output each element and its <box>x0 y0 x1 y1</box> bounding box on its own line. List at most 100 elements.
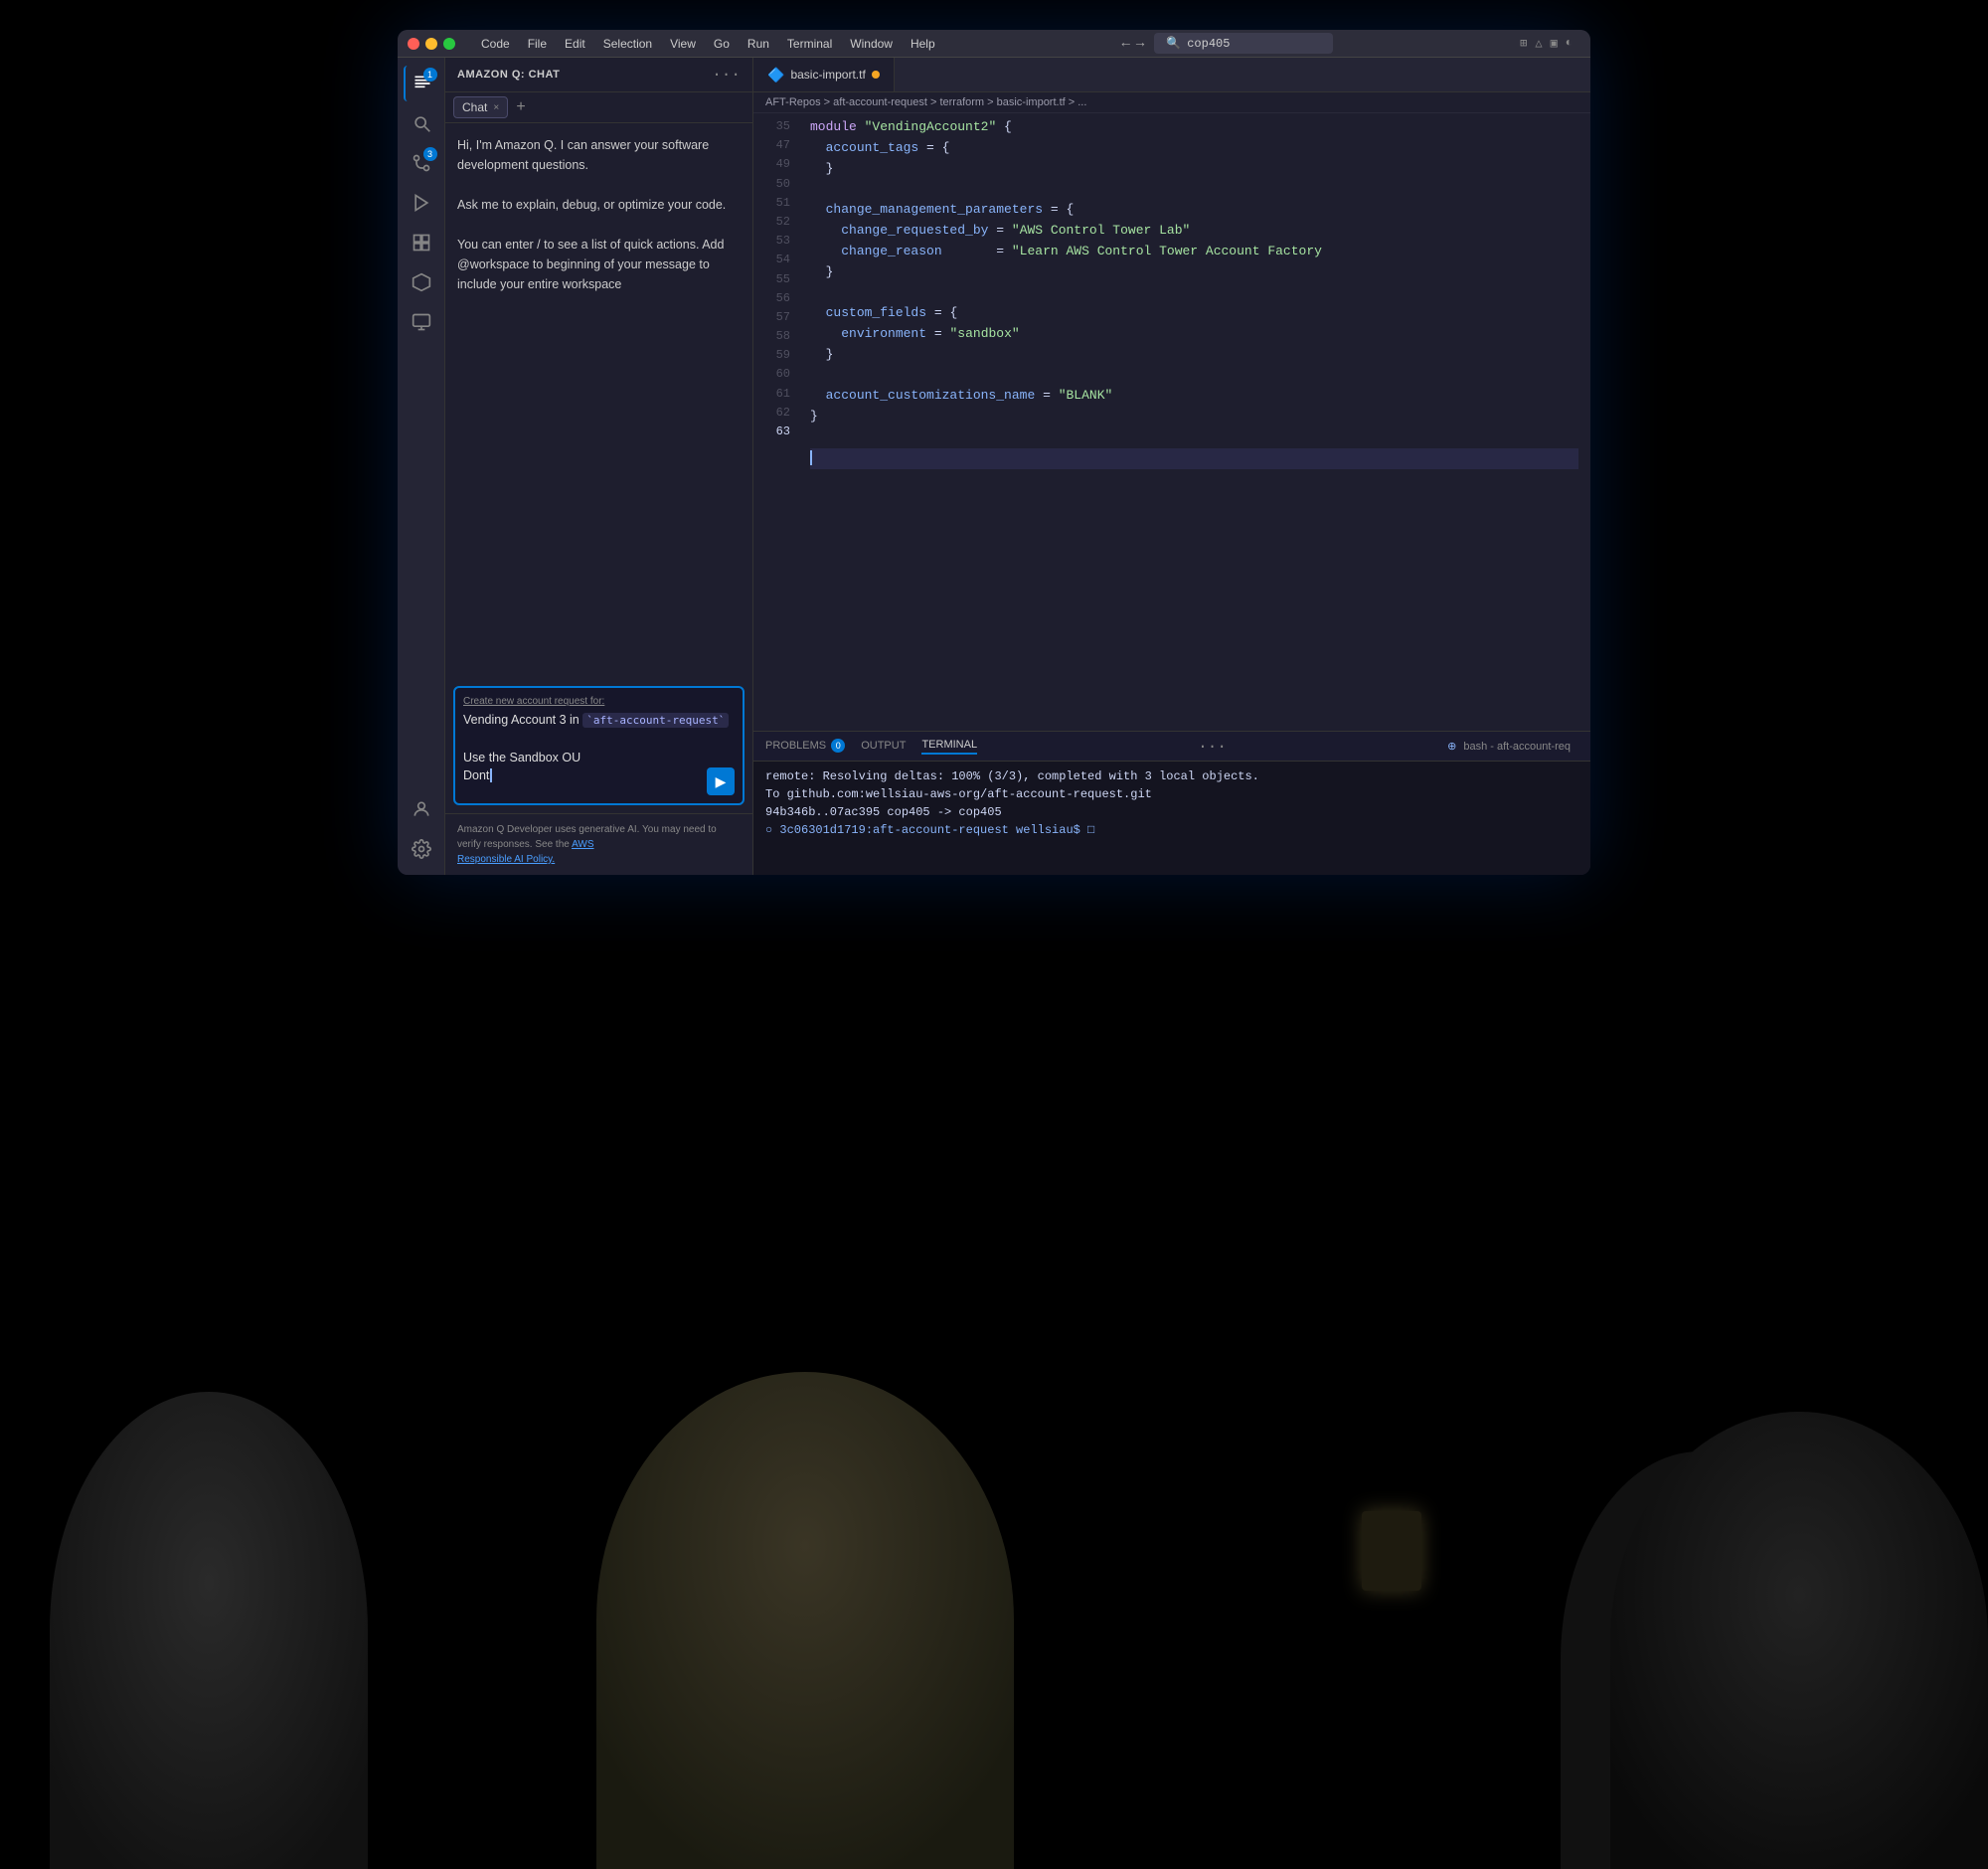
editor-tab-label: basic-import.tf <box>790 68 865 82</box>
ln-57: 57 <box>761 308 790 327</box>
chat-input-main2: Use the Sandbox OU <box>463 751 580 765</box>
menu-terminal[interactable]: Terminal <box>787 37 832 51</box>
terminal-line-1: remote: Resolving deltas: 100% (3/3), co… <box>765 767 1578 785</box>
menu-edit[interactable]: Edit <box>565 37 585 51</box>
terminal-line-4: ○ 3c06301d1719:aft-account-request wells… <box>765 821 1578 839</box>
menu-file[interactable]: File <box>528 37 547 51</box>
ln-51: 51 <box>761 194 790 213</box>
code-line-55 <box>810 282 1578 303</box>
editor-area: 🔷 basic-import.tf AFT-Repos > aft-accoun… <box>753 58 1590 875</box>
editor-tab-bar: 🔷 basic-import.tf <box>753 58 1590 92</box>
titlebar: Code File Edit Selection View Go Run Ter… <box>398 30 1590 58</box>
minimize-dot[interactable] <box>425 38 437 50</box>
menu-help[interactable]: Help <box>911 37 935 51</box>
aws-link[interactable]: AWS <box>572 839 593 850</box>
tab-terminal[interactable]: TERMINAL <box>921 739 977 755</box>
terminal-content: remote: Resolving deltas: 100% (3/3), co… <box>753 762 1590 875</box>
chat-tab[interactable]: Chat × <box>453 96 508 118</box>
chat-input-area[interactable]: Create new account request for: Vending … <box>453 686 745 805</box>
search-icon: 🔍 <box>1166 36 1181 51</box>
activity-search[interactable] <box>404 105 439 141</box>
menu-window[interactable]: Window <box>850 37 893 51</box>
chat-input-main1: Vending Account 3 in <box>463 713 582 727</box>
terminal-more-button[interactable]: ··· <box>1198 738 1227 756</box>
chat-tab-add[interactable]: + <box>512 98 530 116</box>
menu-run[interactable]: Run <box>747 37 769 51</box>
window-icon-2[interactable]: △ <box>1535 36 1542 51</box>
nav-arrows: ← → <box>1121 36 1144 52</box>
code-line-60: account_customizations_name = "BLANK" <box>810 386 1578 407</box>
terminal-line-2: To github.com:wellsiau-aws-org/aft-accou… <box>765 785 1578 803</box>
audience-area <box>0 915 1988 1869</box>
menu-code[interactable]: Code <box>481 37 510 51</box>
window-icon-1[interactable]: ⊞ <box>1520 36 1527 51</box>
activity-explorer[interactable]: 1 <box>404 66 439 101</box>
audience-head-right <box>1610 1412 1988 1869</box>
chat-input-text[interactable]: Vending Account 3 in `aft-account-reques… <box>463 711 735 785</box>
search-value: cop405 <box>1187 37 1230 51</box>
menu-go[interactable]: Go <box>714 37 730 51</box>
menu-bar: Code File Edit Selection View Go Run Ter… <box>481 37 935 51</box>
forward-icon[interactable]: → <box>1136 36 1144 52</box>
sidebar-menu-button[interactable]: ··· <box>712 66 741 84</box>
editor-tab-basic-import[interactable]: 🔷 basic-import.tf <box>753 58 895 91</box>
activity-source-control[interactable]: 3 <box>404 145 439 181</box>
problems-badge: 0 <box>831 739 845 753</box>
code-line-59 <box>810 366 1578 387</box>
code-line-57: environment = "sandbox" <box>810 324 1578 345</box>
ln-50: 50 <box>761 175 790 194</box>
code-line-61: } <box>810 407 1578 427</box>
send-button[interactable]: ▶ <box>707 767 735 795</box>
ln-62: 62 <box>761 404 790 423</box>
code-editor: 35 47 49 50 51 52 53 54 55 56 57 58 59 6… <box>753 113 1590 731</box>
unsaved-dot <box>872 71 880 79</box>
activity-extensions[interactable] <box>404 225 439 260</box>
window-icon-3[interactable]: ▣ <box>1551 36 1558 51</box>
sidebar-title: AMAZON Q: CHAT <box>457 69 560 81</box>
code-content[interactable]: module "VendingAccount2" { account_tags … <box>798 113 1590 731</box>
chat-content: Hi, I'm Amazon Q. I can answer your soft… <box>445 123 752 678</box>
code-line-63 <box>810 448 1578 469</box>
sidebar-footer: Amazon Q Developer uses generative AI. Y… <box>445 813 752 875</box>
code-line-50 <box>810 179 1578 200</box>
activity-monitor[interactable] <box>404 304 439 340</box>
send-icon: ▶ <box>716 773 727 790</box>
tab-output[interactable]: OUTPUT <box>861 740 906 754</box>
responsible-ai-link[interactable]: Responsible AI Policy. <box>457 854 555 865</box>
chat-tab-label: Chat <box>462 100 487 114</box>
scm-badge: 3 <box>423 147 437 161</box>
terraform-icon: 🔷 <box>767 67 784 84</box>
close-dot[interactable] <box>408 38 419 50</box>
chat-tab-bar: Chat × + <box>445 92 752 123</box>
ln-55: 55 <box>761 270 790 289</box>
terminal-line-3: 94b346b..07ac395 cop405 -> cop405 <box>765 803 1578 821</box>
code-line-53: change_reason = "Learn AWS Control Tower… <box>810 242 1578 262</box>
chat-tab-close[interactable]: × <box>493 102 499 113</box>
activity-run[interactable] <box>404 185 439 221</box>
activity-account[interactable] <box>404 791 439 827</box>
terminal-panel: PROBLEMS 0 OUTPUT TERMINAL ··· ⊕ bash - … <box>753 731 1590 875</box>
terminal-tab-bar: PROBLEMS 0 OUTPUT TERMINAL ··· ⊕ bash - … <box>753 732 1590 762</box>
activity-settings[interactable] <box>404 831 439 867</box>
chat-input-code: `aft-account-request` <box>582 713 729 728</box>
ln-59: 59 <box>761 346 790 365</box>
audience-head-far-right <box>1561 1451 1839 1869</box>
activity-bar: 1 3 <box>398 58 445 875</box>
chat-input-hint: Create new account request for: <box>463 696 735 707</box>
ln-61: 61 <box>761 385 790 404</box>
search-bar[interactable]: 🔍 cop405 <box>1154 33 1333 54</box>
ln-47: 47 <box>761 136 790 155</box>
phone-glow <box>1362 1511 1421 1591</box>
maximize-dot[interactable] <box>443 38 455 50</box>
back-icon[interactable]: ← <box>1121 36 1129 52</box>
window-icon-4[interactable]: ◐ <box>1566 36 1573 51</box>
code-line-52: change_requested_by = "AWS Control Tower… <box>810 221 1578 242</box>
activity-hexagon[interactable] <box>404 264 439 300</box>
code-line-56: custom_fields = { <box>810 303 1578 324</box>
tab-problems[interactable]: PROBLEMS 0 <box>765 739 845 755</box>
menu-view[interactable]: View <box>670 37 696 51</box>
ln-54: 54 <box>761 251 790 269</box>
main-layout: 1 3 <box>398 58 1590 875</box>
menu-selection[interactable]: Selection <box>603 37 652 51</box>
ln-56: 56 <box>761 289 790 308</box>
